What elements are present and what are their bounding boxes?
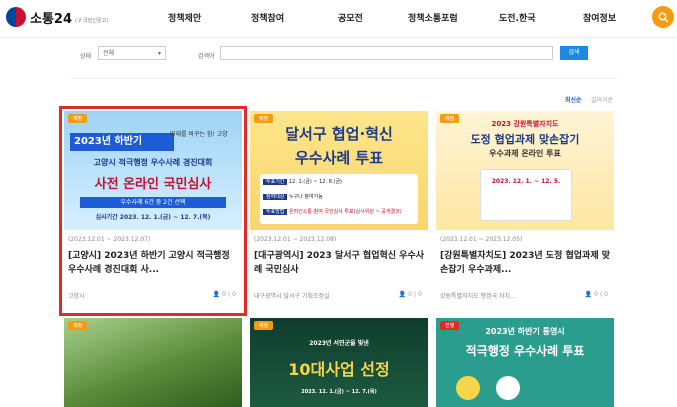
contest-card[interactable]: 2023년 하반기 미래를 바꾸는 힘! 고양 고양시 적극행정 우수사례 경진… bbox=[59, 106, 247, 316]
thumb-row-label: 투표기간 bbox=[263, 179, 288, 185]
nav-policy-forum[interactable]: 정책소통포럼 bbox=[408, 11, 458, 24]
like-count: 0 bbox=[594, 291, 598, 298]
like-icon: 👤 bbox=[398, 291, 407, 298]
thumb-row: 투표기간 12. 1.(금) ~ 12. 8.(금) bbox=[263, 178, 342, 185]
card-thumbnail bbox=[64, 318, 242, 407]
search-label: 검색어 bbox=[198, 53, 215, 60]
nav-challenge-korea[interactable]: 도전.한국 bbox=[499, 11, 536, 24]
sort-other[interactable]: 길어가순 bbox=[591, 95, 613, 104]
card-title[interactable]: [강원특별자치도] 2023년 도정 협업과제 맞손잡기 우수과제... bbox=[440, 249, 610, 277]
status-badge: 예정 bbox=[68, 114, 88, 123]
thumb-headline: 도정 협업과제 맞손잡기 bbox=[470, 133, 580, 146]
thumb-info-box: 투표기간 12. 1.(금) ~ 12. 8.(금) 참여대상 누구나 참여가능… bbox=[260, 174, 418, 224]
status-label: 상태 bbox=[80, 53, 92, 60]
contest-card[interactable]: 2023년 하반기 통영시 적극행정 우수사례 투표 진행 bbox=[436, 318, 614, 407]
share-count: 0 bbox=[232, 291, 236, 298]
header-search-button[interactable] bbox=[652, 6, 674, 28]
share-icon: ⟨ bbox=[227, 291, 231, 298]
thumb-period: 심사기간 2023. 12. 1.(금) ~ 12. 7.(목) bbox=[95, 214, 211, 221]
thumb-subheadline: 우수과제 온라인 투표 bbox=[489, 149, 561, 158]
card-stats: 👤 0 ⟨ 0 bbox=[213, 291, 236, 298]
card-thumbnail: 2023년 하반기 미래를 바꾸는 힘! 고양 고양시 적극행정 우수사례 경진… bbox=[64, 111, 242, 230]
site-header: 소통24 (구 국민신문고) 정책제안 정책참여 공모전 정책소통포럼 도전.한… bbox=[0, 0, 677, 38]
card-date: (2023.12.01 ~ 2023.12.08) bbox=[254, 236, 337, 243]
thumb-circle bbox=[496, 376, 520, 400]
thumb-headline: 사전 온라인 국민심사 bbox=[94, 177, 212, 192]
status-select[interactable]: 전체 ▾ bbox=[98, 46, 166, 60]
thumb-row-label: 투표방법 bbox=[263, 209, 288, 215]
status-badge: 예정 bbox=[254, 114, 274, 123]
status-select-value: 전체 bbox=[103, 50, 115, 57]
like-count: 0 bbox=[222, 291, 226, 298]
thumb-row-label: 참여대상 bbox=[263, 194, 288, 200]
share-icon: ⟨ bbox=[413, 291, 417, 298]
share-count: 0 bbox=[418, 291, 422, 298]
nav-policy-participation[interactable]: 정책참여 bbox=[251, 11, 284, 24]
contest-card[interactable]: 2023년 서민군을 빛낸 10대사업 선정 2023. 12. 1.(금) ~… bbox=[250, 318, 428, 407]
card-thumbnail: 2023년 서민군을 빛낸 10대사업 선정 2023. 12. 1.(금) ~… bbox=[250, 318, 428, 407]
contest-card[interactable]: 예정 bbox=[64, 318, 242, 407]
thumb-row-value: 12. 1.(금) ~ 12. 8.(금) bbox=[289, 179, 342, 185]
logo-subtext: (구 국민신문고) bbox=[75, 17, 109, 24]
filter-bar: 상태 전체 ▾ 검색어 검색 bbox=[70, 40, 618, 79]
nav-participation-info[interactable]: 참여정보 bbox=[583, 11, 616, 24]
contest-card[interactable]: 2023 강원특별자치도 도정 협업과제 맞손잡기 우수과제 온라인 투표 20… bbox=[436, 111, 614, 311]
thumb-headline: 10대사업 선정 bbox=[288, 360, 390, 379]
status-badge: 예정 bbox=[440, 114, 460, 123]
taegeuk-logo-icon bbox=[6, 7, 26, 27]
thumb-slogan: 미래를 바꾸는 힘! 고양 bbox=[170, 131, 228, 138]
status-badge: 진행 bbox=[440, 321, 460, 330]
thumb-subheadline: 우수사례 투표 bbox=[294, 149, 384, 167]
thumb-headline: 달서구 협업·혁신 bbox=[285, 125, 393, 143]
thumb-row: 투표방법 온라인소통·참여 국민심사 투표(심사위원 ~ 공개결과) bbox=[263, 208, 402, 215]
card-org: 대구광역시 달서구 기획조정실 bbox=[254, 293, 330, 300]
search-icon bbox=[658, 12, 669, 23]
thumb-row-value: 온라인소통·참여 국민심사 투표(심사위원 ~ 공개결과) bbox=[289, 209, 402, 215]
card-thumbnail: 2023 강원특별자치도 도정 협업과제 맞손잡기 우수과제 온라인 투표 20… bbox=[436, 111, 614, 230]
sort-latest[interactable]: 최신순 bbox=[565, 95, 582, 104]
status-badge: 예정 bbox=[68, 321, 88, 330]
share-count: 0 bbox=[604, 291, 608, 298]
card-org: 고양시 bbox=[68, 293, 85, 300]
nav-policy-proposal[interactable]: 정책제안 bbox=[168, 11, 201, 24]
thumb-calendar: 2023. 12. 1. ~ 12. 5. bbox=[480, 169, 572, 221]
nav-contest[interactable]: 공모전 bbox=[338, 11, 363, 24]
site-logo[interactable]: 소통24 (구 국민신문고) bbox=[6, 7, 108, 27]
thumb-row: 참여대상 누구나 참여가능 bbox=[263, 193, 323, 200]
share-icon: ⟨ bbox=[599, 291, 603, 298]
thumb-period: 2023. 12. 1. ~ 12. 5. bbox=[491, 178, 561, 185]
card-org: 강원특별자치도 행정국 자치... bbox=[440, 293, 516, 300]
search-input[interactable] bbox=[220, 46, 553, 60]
thumb-headline: 적극행정 우수사례 투표 bbox=[465, 344, 585, 358]
card-thumbnail: 2023년 하반기 통영시 적극행정 우수사례 투표 bbox=[436, 318, 614, 407]
thumb-kicker: 2023 강원특별자치도 bbox=[491, 120, 559, 128]
chevron-down-icon: ▾ bbox=[157, 50, 161, 57]
card-stats: 👤 0 ⟨ 0 bbox=[399, 291, 422, 298]
card-thumbnail: 달서구 협업·혁신 우수사례 투표 투표기간 12. 1.(금) ~ 12. 8… bbox=[250, 111, 428, 230]
like-icon: 👤 bbox=[212, 291, 221, 298]
thumb-circle bbox=[456, 376, 480, 400]
card-stats: 👤 0 ⟨ 0 bbox=[585, 291, 608, 298]
thumb-select-box: 우수사례 6건 중 2건 선택 bbox=[80, 197, 226, 208]
status-badge: 예정 bbox=[254, 321, 274, 330]
card-date: (2023.12.01 ~ 2023.12.07) bbox=[68, 236, 151, 243]
thumb-subtitle: 고양시 적극행정 우수사례 경진대회 bbox=[93, 158, 213, 167]
thumb-row-value: 누구나 참여가능 bbox=[289, 194, 323, 200]
thumb-period: 2023. 12. 1.(금) ~ 12. 7.(목) bbox=[301, 389, 377, 395]
contest-card[interactable]: 달서구 협업·혁신 우수사례 투표 투표기간 12. 1.(금) ~ 12. 8… bbox=[250, 111, 428, 311]
thumb-kicker: 2023년 하반기 통영시 bbox=[485, 327, 565, 336]
search-button[interactable]: 검색 bbox=[560, 46, 588, 60]
like-icon: 👤 bbox=[584, 291, 593, 298]
card-title[interactable]: [고양시] 2023년 하반기 고양시 적극행정 우수사례 경진대회 사... bbox=[68, 249, 238, 277]
logo-text: 소통24 bbox=[30, 11, 73, 27]
thumb-year-banner: 2023년 하반기 bbox=[70, 133, 174, 151]
like-count: 0 bbox=[408, 291, 412, 298]
card-title[interactable]: [대구광역시] 2023 달서구 협업혁신 우수사례 국민심사 bbox=[254, 249, 424, 277]
card-date: (2023.12.01 ~ 2023.12.05) bbox=[440, 236, 523, 243]
thumb-kicker: 2023년 서민군을 빛낸 bbox=[309, 340, 369, 347]
